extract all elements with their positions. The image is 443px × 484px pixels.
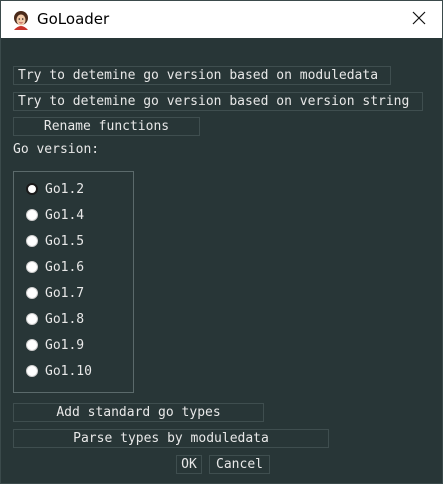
radio-label: Go1.8 bbox=[45, 311, 85, 327]
add-standard-go-types-button[interactable]: Add standard go types bbox=[13, 403, 264, 422]
radio-button[interactable] bbox=[26, 261, 38, 273]
radio-label: Go1.10 bbox=[45, 363, 92, 379]
radio-label: Go1.5 bbox=[45, 233, 85, 249]
close-icon bbox=[412, 10, 426, 29]
radio-button[interactable] bbox=[26, 313, 38, 325]
radio-go1-6[interactable]: Go1.6 bbox=[26, 257, 84, 277]
gopher-avatar-icon bbox=[11, 10, 31, 30]
parse-types-by-moduledata-button[interactable]: Parse types by moduledata bbox=[13, 429, 329, 448]
radio-button[interactable] bbox=[26, 287, 38, 299]
radio-label: Go1.4 bbox=[45, 207, 85, 223]
title-bar: GoLoader bbox=[1, 1, 442, 38]
radio-label: Go1.6 bbox=[45, 259, 85, 275]
cancel-button[interactable]: Cancel bbox=[209, 455, 270, 474]
radio-label: Go1.2 bbox=[45, 181, 85, 197]
goloader-dialog: GoLoader Try to detemine go version base… bbox=[0, 0, 443, 484]
radio-go1-7[interactable]: Go1.7 bbox=[26, 283, 84, 303]
radio-go1-9[interactable]: Go1.9 bbox=[26, 335, 84, 355]
radio-go1-8[interactable]: Go1.8 bbox=[26, 309, 84, 329]
close-button[interactable] bbox=[396, 1, 442, 38]
detect-by-moduledata-button[interactable]: Try to detemine go version based on modu… bbox=[13, 66, 391, 85]
window-title: GoLoader bbox=[37, 10, 110, 28]
radio-label: Go1.9 bbox=[45, 337, 85, 353]
ok-button[interactable]: OK bbox=[176, 455, 202, 474]
radio-go1-5[interactable]: Go1.5 bbox=[26, 231, 84, 251]
radio-button[interactable] bbox=[26, 365, 38, 377]
dialog-body: Try to detemine go version based on modu… bbox=[1, 38, 442, 484]
radio-button[interactable] bbox=[26, 235, 38, 247]
radio-button[interactable] bbox=[26, 339, 38, 351]
radio-go1-2[interactable]: Go1.2 bbox=[26, 179, 84, 199]
detect-by-version-string-button[interactable]: Try to detemine go version based on vers… bbox=[13, 92, 423, 111]
go-version-label: Go version: bbox=[13, 142, 100, 157]
rename-functions-button[interactable]: Rename functions bbox=[13, 117, 200, 136]
radio-button[interactable] bbox=[26, 209, 38, 221]
radio-go1-4[interactable]: Go1.4 bbox=[26, 205, 84, 225]
radio-go1-10[interactable]: Go1.10 bbox=[26, 361, 92, 381]
go-version-group: Go1.2 Go1.4 Go1.5 Go1.6 Go1.7 Go1.8 Go1.… bbox=[13, 171, 134, 393]
radio-label: Go1.7 bbox=[45, 285, 85, 301]
radio-button[interactable] bbox=[26, 183, 38, 195]
